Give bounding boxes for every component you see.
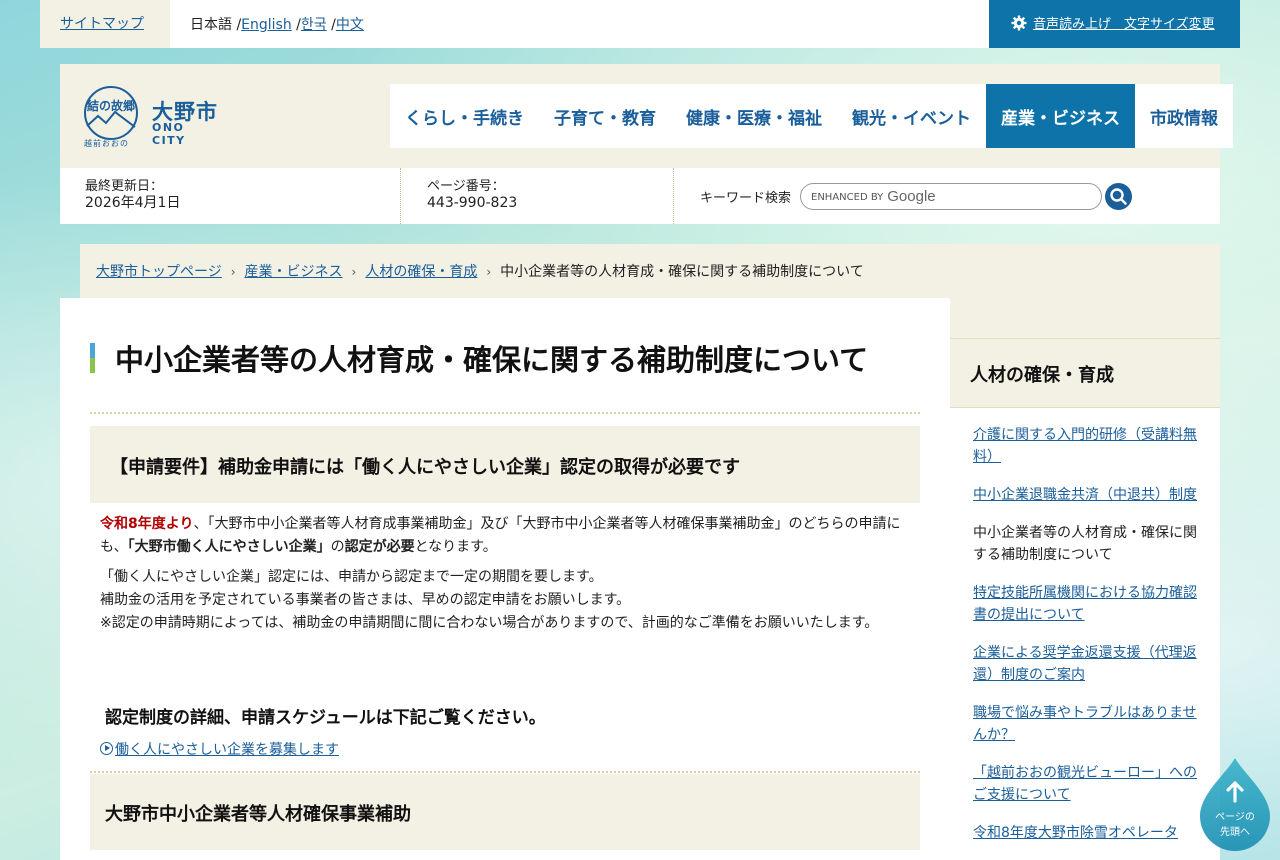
- site-header: 結の故郷 越前おおの 大野市 ONO CITY くらし・手続き 子育て・教育 健…: [60, 64, 1233, 168]
- side-nav: 人材の確保・育成 介護に関する入門的研修（受講料無料） 中小企業退職金共済（中退…: [950, 298, 1220, 860]
- side-nav-link[interactable]: 令和8年度大野市除雪オペレータ: [973, 825, 1178, 841]
- chevron-right-icon: ›: [230, 265, 236, 279]
- text: の: [330, 539, 345, 555]
- accessibility-box: 音声読み上げ 文字サイズ変更: [989, 0, 1240, 48]
- lang-english-link[interactable]: English: [241, 17, 292, 33]
- divider: [90, 771, 920, 773]
- page-number-value: 443-990-823: [427, 195, 518, 211]
- side-nav-link[interactable]: 「越前おおの観光ビューロー」へのご支援について: [973, 765, 1197, 803]
- lang-korean-link[interactable]: 한국: [301, 17, 327, 33]
- last-updated: 最終更新日： 2026年4月1日: [85, 178, 180, 212]
- language-switcher: 日本語 /English /한국 /中文: [190, 17, 364, 33]
- notice-paragraph: 「働く人にやさしい企業」認定には、申請から認定まで一定の期間を要します。 補助金…: [100, 566, 915, 635]
- nav-kanko[interactable]: 観光・イベント: [837, 84, 986, 148]
- side-nav-top: [950, 298, 1220, 338]
- side-nav-link[interactable]: 介護に関する入門的研修（受講料無料）: [973, 427, 1197, 465]
- site-logo[interactable]: 結の故郷 越前おおの 大野市 ONO CITY: [82, 86, 222, 152]
- page-top-label: ページの 先頭へ: [1200, 810, 1270, 840]
- page-top-button[interactable]: ページの 先頭へ: [1200, 756, 1270, 852]
- side-nav-item: 企業による奨学金返還支援（代理返還）制度のご案内: [973, 642, 1205, 686]
- related-link-row: 働く人にやさしい企業を募集します: [100, 739, 339, 759]
- voice-fontsize-link[interactable]: 音声読み上げ 文字サイズ変更: [1033, 17, 1215, 32]
- sitemap-cell: サイトマップ: [40, 0, 170, 48]
- breadcrumb-sangyo[interactable]: 産業・ビジネス: [245, 264, 343, 280]
- search-icon: [1110, 188, 1127, 205]
- requirement-paragraph: 令和8年度より、「大野市中小企業者等人材育成事業補助金」及び「大野市中小企業者等…: [100, 513, 915, 559]
- page-info-bar: 最終更新日： 2026年4月1日 ページ番号： 443-990-823 キーワー…: [60, 168, 1220, 224]
- notice-line: ※認定の申請時期によっては、補助金の申請期間に間に合わない場合がありますので、計…: [100, 615, 879, 631]
- notice-line: 「働く人にやさしい企業」認定には、申請から認定まで一定の期間を要します。: [100, 569, 603, 585]
- gear-icon: [1011, 15, 1027, 31]
- subheading: 認定制度の詳細、申請スケジュールは下記ご覧ください。: [105, 708, 546, 728]
- text: となります。: [414, 539, 497, 555]
- sitemap-link[interactable]: サイトマップ: [60, 16, 144, 32]
- side-nav-link[interactable]: 職場で悩み事やトラブルはありませんか？: [973, 705, 1197, 743]
- side-nav-heading: 人材の確保・育成: [950, 338, 1220, 408]
- last-updated-label: 最終更新日：: [85, 179, 164, 194]
- breadcrumb-current: 中小企業者等の人材育成・確保に関する補助制度について: [500, 264, 864, 280]
- search-input[interactable]: ENHANCED BY Google: [800, 183, 1102, 210]
- breadcrumb: 大野市トップページ › 産業・ビジネス › 人材の確保・育成 › 中小企業者等の人材育成・確…: [80, 244, 1220, 298]
- side-nav-item: 令和8年度大野市除雪オペレータ: [973, 822, 1205, 844]
- side-nav-item: 「越前おおの観光ビューロー」へのご支援について: [973, 762, 1205, 806]
- utility-bar: サイトマップ 日本語 /English /한국 /中文 音声読み上げ 文字サイズ…: [40, 0, 1240, 48]
- side-nav-item-current: 中小企業者等の人材育成・確保に関する補助制度について: [973, 525, 1197, 563]
- divider: [90, 412, 920, 414]
- breadcrumb-home[interactable]: 大野市トップページ: [96, 264, 222, 280]
- section-heading: 【申請要件】補助金申請には「働く人にやさしい企業」認定の取得が必要です: [90, 426, 920, 503]
- side-nav-link[interactable]: 特定技能所属機関における協力確認書の提出について: [973, 585, 1197, 623]
- chevron-right-icon: ›: [486, 265, 492, 279]
- search-placeholder-prefix: ENHANCED BY: [811, 192, 884, 203]
- lang-japanese: 日本語: [190, 17, 232, 33]
- main-content: 中小企業者等の人材育成・確保に関する補助制度について 【申請要件】補助金申請には…: [60, 298, 950, 860]
- side-nav-item: 中小企業退職金共済（中退共）制度: [973, 484, 1205, 506]
- page-number: ページ番号： 443-990-823: [427, 178, 517, 212]
- side-nav-item: 職場で悩み事やトラブルはありませんか？: [973, 702, 1205, 746]
- side-nav-item: 特定技能所属機関における協力確認書の提出について: [973, 582, 1205, 626]
- emphasis-bold: 認定が必要: [344, 539, 415, 555]
- breadcrumb-jinzai[interactable]: 人材の確保・育成: [365, 264, 477, 280]
- logo-mark-icon: 結の故郷: [84, 86, 138, 140]
- divider: [673, 168, 674, 224]
- emphasis-red: 令和8年度より: [100, 516, 194, 532]
- page-title: 中小企業者等の人材育成・確保に関する補助制度について: [115, 343, 869, 377]
- side-nav-link[interactable]: 中小企業退職金共済（中退共）制度: [973, 487, 1197, 503]
- yasashii-kigyo-link[interactable]: 働く人にやさしい企業を募集します: [115, 742, 339, 758]
- page-top-label-line: ページの: [1215, 812, 1255, 823]
- search-label: キーワード検索: [700, 191, 792, 206]
- page-top-label-line: 先頭へ: [1220, 827, 1250, 838]
- logo-mark-text: 結の故郷: [87, 98, 135, 113]
- arrow-circle-icon: [100, 742, 113, 755]
- last-updated-value: 2026年4月1日: [85, 195, 181, 211]
- global-nav: くらし・手続き 子育て・教育 健康・医療・福祉 観光・イベント 産業・ビジネス …: [390, 84, 1233, 148]
- emphasis-bold: 「大野市働く人にやさしい企業」: [127, 539, 331, 555]
- search-button[interactable]: [1105, 183, 1132, 210]
- chevron-right-icon: ›: [351, 265, 357, 279]
- side-nav-list: 介護に関する入門的研修（受講料無料） 中小企業退職金共済（中退共）制度 中小企業…: [973, 424, 1205, 860]
- nav-kosodate[interactable]: 子育て・教育: [539, 84, 671, 148]
- logo-subtext: 越前おおの: [84, 139, 129, 148]
- search-placeholder-brand: Google: [887, 188, 936, 205]
- lang-chinese-link[interactable]: 中文: [336, 17, 364, 33]
- notice-line: 補助金の活用を予定されている事業者の皆さまは、早めの認定申請をお願いします。: [100, 592, 631, 608]
- section-heading: 大野市中小企業者等人材確保事業補助: [90, 774, 920, 850]
- side-nav-item: 介護に関する入門的研修（受講料無料）: [973, 424, 1205, 468]
- nav-kurashi[interactable]: くらし・手続き: [390, 84, 539, 148]
- logo-text-en: ONO CITY: [152, 121, 186, 147]
- nav-sangyo[interactable]: 産業・ビジネス: [986, 84, 1135, 148]
- side-nav-link[interactable]: 企業による奨学金返還支援（代理返還）制度のご案内: [973, 645, 1197, 683]
- divider: [400, 168, 401, 224]
- nav-kenko[interactable]: 健康・医療・福祉: [671, 84, 837, 148]
- nav-shisei[interactable]: 市政情報: [1135, 84, 1233, 148]
- page-number-label: ページ番号：: [427, 179, 505, 194]
